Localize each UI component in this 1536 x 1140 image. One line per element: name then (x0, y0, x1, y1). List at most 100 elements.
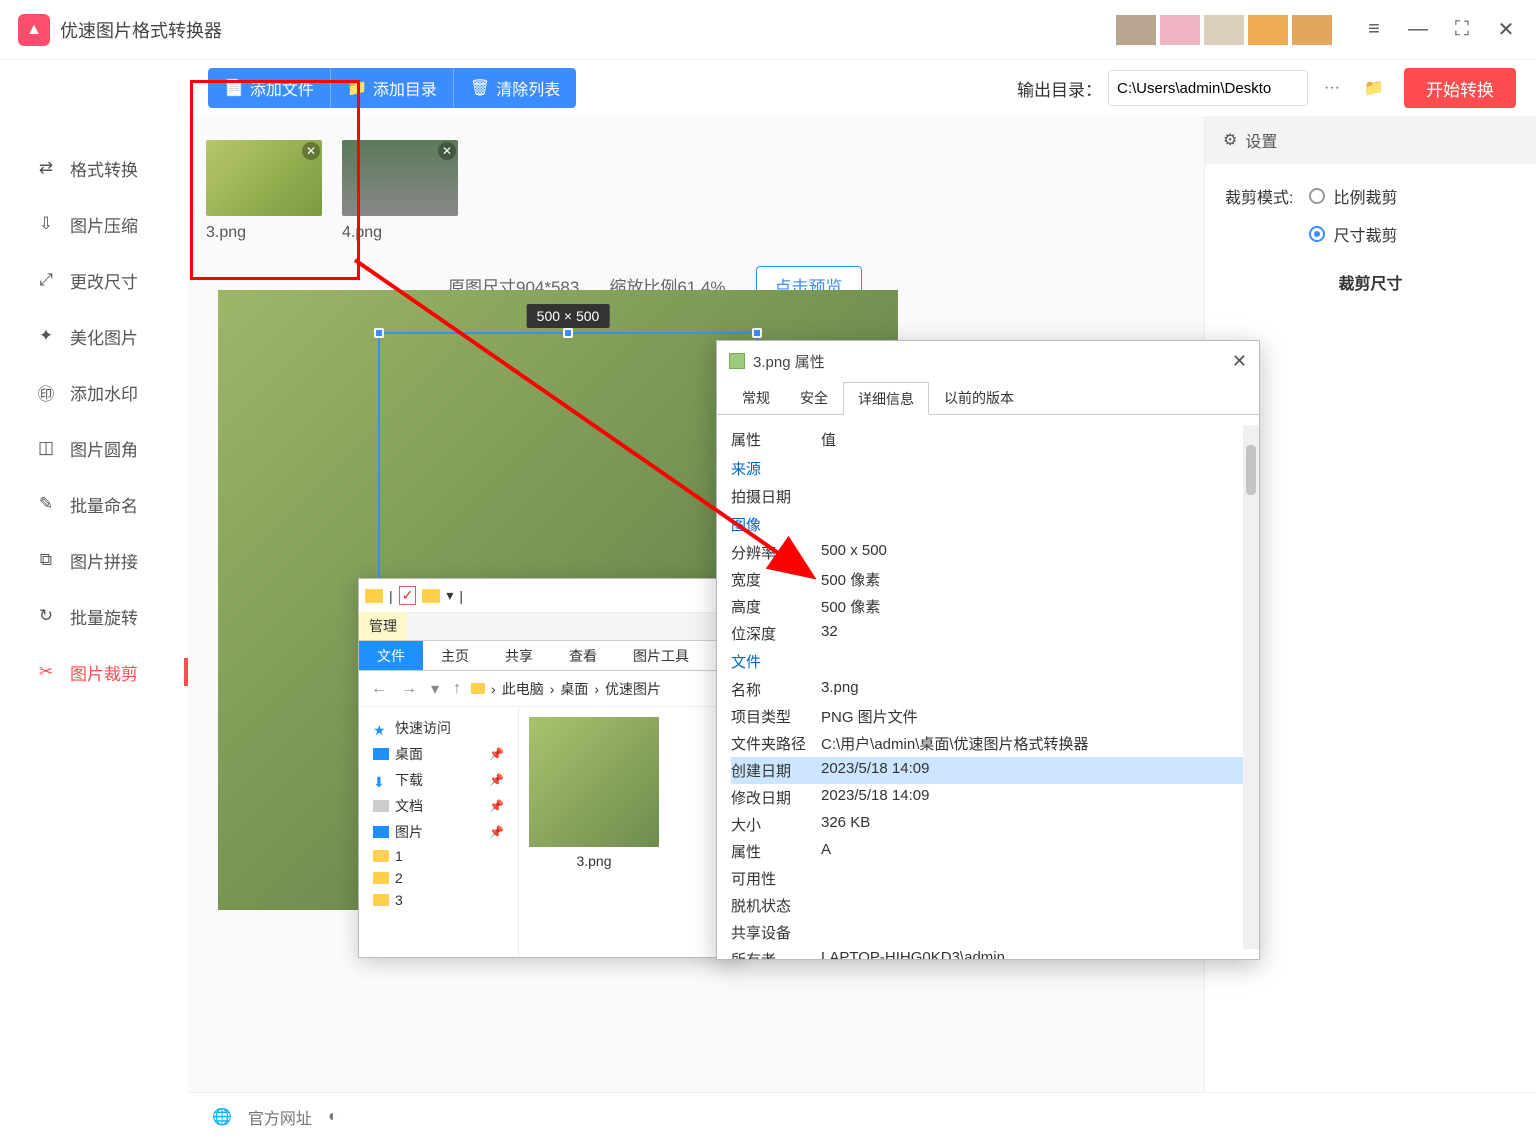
thumbnail-item[interactable]: ✕ 4.png (342, 140, 458, 242)
section-file: 文件 (731, 647, 1245, 676)
crop-size-title: 裁剪尺寸 (1225, 270, 1516, 294)
close-icon[interactable]: ✕ (1232, 351, 1247, 372)
prop-row: 所有者LAPTOP-HIHG0KD3\admin (731, 946, 1245, 959)
tree-folder[interactable]: 1 (363, 845, 514, 867)
explorer-tabs: 文件 主页 共享 查看 图片工具 (359, 641, 737, 671)
tab-general[interactable]: 常规 (727, 381, 785, 414)
crop-mode-size[interactable]: 尺寸裁剪 (1309, 222, 1397, 246)
crop-mode-ratio[interactable]: 比例裁剪 (1309, 184, 1397, 208)
tab-previous[interactable]: 以前的版本 (929, 381, 1029, 414)
tree-folder[interactable]: 2 (363, 867, 514, 889)
clear-button[interactable]: 🗑清除列表 (453, 68, 576, 108)
tree-desktop[interactable]: 桌面📌 (363, 741, 514, 767)
folder-icon (373, 872, 389, 884)
sidebar-item-format[interactable]: ⇄格式转换 (0, 140, 188, 196)
tab-security[interactable]: 安全 (785, 381, 843, 414)
output-path-input[interactable] (1108, 70, 1308, 106)
tab-share[interactable]: 共享 (487, 641, 551, 670)
tab-details[interactable]: 详细信息 (843, 382, 929, 415)
minimize-button[interactable]: — (1396, 10, 1440, 50)
remove-thumb-icon[interactable]: ✕ (438, 142, 456, 160)
sidebar-item-watermark[interactable]: ㊞添加水印 (0, 364, 188, 420)
maximize-button[interactable]: ⛶ (1440, 10, 1484, 50)
recent-icon[interactable]: ▾ (427, 679, 443, 699)
watermark-icon: ㊞ (36, 382, 56, 402)
sidebar-item-beautify[interactable]: ✦美化图片 (0, 308, 188, 364)
file-icon: 📄 (224, 78, 244, 98)
tab-view[interactable]: 查看 (551, 641, 615, 670)
round-icon: ◫ (36, 438, 56, 458)
file-explorer-window[interactable]: | ✓ ▾| 管理 文件 主页 共享 查看 图片工具 ← → ▾ ↑ ›此电脑 … (358, 578, 738, 958)
settings-title: 设置 (1245, 128, 1277, 152)
sidebar-item-rename[interactable]: ✎批量命名 (0, 476, 188, 532)
folder-icon: 📁 (347, 78, 367, 98)
thumbnail-item[interactable]: ✕ 3.png (206, 140, 322, 242)
properties-dialog[interactable]: 3.png 属性 ✕ 常规 安全 详细信息 以前的版本 属性值 来源 拍摄日期 … (716, 340, 1260, 960)
rename-icon: ✎ (36, 494, 56, 514)
file-item[interactable]: 3.png (529, 717, 659, 869)
properties-body: 属性值 来源 拍摄日期 图像 分辨率500 x 500 宽度500 像素 高度5… (717, 415, 1259, 959)
official-site-link[interactable]: 官方网址 (248, 1105, 312, 1129)
prop-row: 名称3.png (731, 676, 1245, 703)
tree-quick-access[interactable]: ★快速访问 (363, 715, 514, 741)
forward-icon[interactable]: → (397, 680, 421, 698)
menu-icon[interactable]: ≡ (1352, 10, 1396, 50)
crumb-pc[interactable]: 此电脑 (502, 679, 544, 699)
thumbnail-name: 4.png (342, 224, 458, 242)
crop-size-badge: 500 × 500 (527, 304, 610, 328)
tree-folder[interactable]: 3 (363, 889, 514, 911)
gear-icon: ⚙ (1223, 130, 1237, 150)
compress-icon: ⇩ (36, 214, 56, 234)
browse-folder-button[interactable]: 📁 (1356, 70, 1392, 106)
crop-handle[interactable] (374, 328, 384, 338)
add-file-button[interactable]: 📄添加文件 (208, 68, 330, 108)
tab-file[interactable]: 文件 (359, 641, 423, 670)
trash-icon: 🗑 (470, 78, 490, 98)
add-dir-button[interactable]: 📁添加目录 (330, 68, 453, 108)
sidebar-item-stitch[interactable]: ⧉图片拼接 (0, 532, 188, 588)
tab-home[interactable]: 主页 (423, 641, 487, 670)
tree-documents[interactable]: 文档📌 (363, 793, 514, 819)
tree-pictures[interactable]: 图片📌 (363, 819, 514, 845)
prop-row: 文件夹路径C:\用户\admin\桌面\优速图片格式转换器 (731, 730, 1245, 757)
rotate-icon: ↻ (36, 606, 56, 626)
sidebar-item-crop[interactable]: ✂图片裁剪 (0, 644, 188, 700)
crop-handle[interactable] (563, 328, 573, 338)
prop-row: 高度500 像素 (731, 593, 1245, 620)
up-icon[interactable]: ↑ (449, 680, 465, 698)
section-image: 图像 (731, 510, 1245, 539)
scrollbar[interactable] (1243, 425, 1259, 949)
close-button[interactable]: ✕ (1484, 10, 1528, 50)
section-origin: 来源 (731, 454, 1245, 483)
manage-tab[interactable]: 管理 (359, 612, 407, 640)
sidebar-item-round[interactable]: ◫图片圆角 (0, 420, 188, 476)
sidebar-item-resize[interactable]: ⤢更改尺寸 (0, 252, 188, 308)
desktop-icon (373, 748, 389, 760)
crumb-desktop[interactable]: 桌面 (560, 679, 588, 699)
document-icon (373, 800, 389, 812)
explorer-file-pane[interactable]: 3.png (519, 707, 737, 957)
start-convert-button[interactable]: 开始转换 (1404, 68, 1516, 108)
app-title: 优速图片格式转换器 (60, 17, 222, 43)
more-button[interactable]: ··· (1314, 70, 1350, 106)
properties-titlebar[interactable]: 3.png 属性 ✕ (717, 341, 1259, 381)
tab-picture-tools[interactable]: 图片工具 (615, 641, 707, 670)
explorer-titlebar[interactable]: | ✓ ▾| (359, 579, 737, 613)
picture-icon (373, 826, 389, 838)
explorer-tree[interactable]: ★快速访问 桌面📌 ⬇下载📌 文档📌 图片📌 1 2 3 (359, 707, 519, 957)
crop-handle[interactable] (752, 328, 762, 338)
tree-downloads[interactable]: ⬇下载📌 (363, 767, 514, 793)
crumb-folder[interactable]: 优速图片 (605, 679, 661, 699)
sidebar-item-compress[interactable]: ⇩图片压缩 (0, 196, 188, 252)
status-bar: 🌐 官方网址 ◐ (188, 1092, 1536, 1140)
explorer-breadcrumb[interactable]: ← → ▾ ↑ ›此电脑 ›桌面 ›优速图片 (359, 671, 737, 707)
resize-icon: ⤢ (36, 270, 56, 290)
prop-row: 可用性 (731, 865, 1245, 892)
convert-icon: ⇄ (36, 158, 56, 178)
sidebar-label: 批量旋转 (70, 604, 138, 629)
sidebar-item-rotate[interactable]: ↻ 批量旋转 (0, 588, 188, 644)
remove-thumb-icon[interactable]: ✕ (302, 142, 320, 160)
back-icon[interactable]: ← (367, 680, 391, 698)
folder-icon (471, 683, 485, 694)
checkbox-icon[interactable]: ✓ (399, 586, 417, 605)
